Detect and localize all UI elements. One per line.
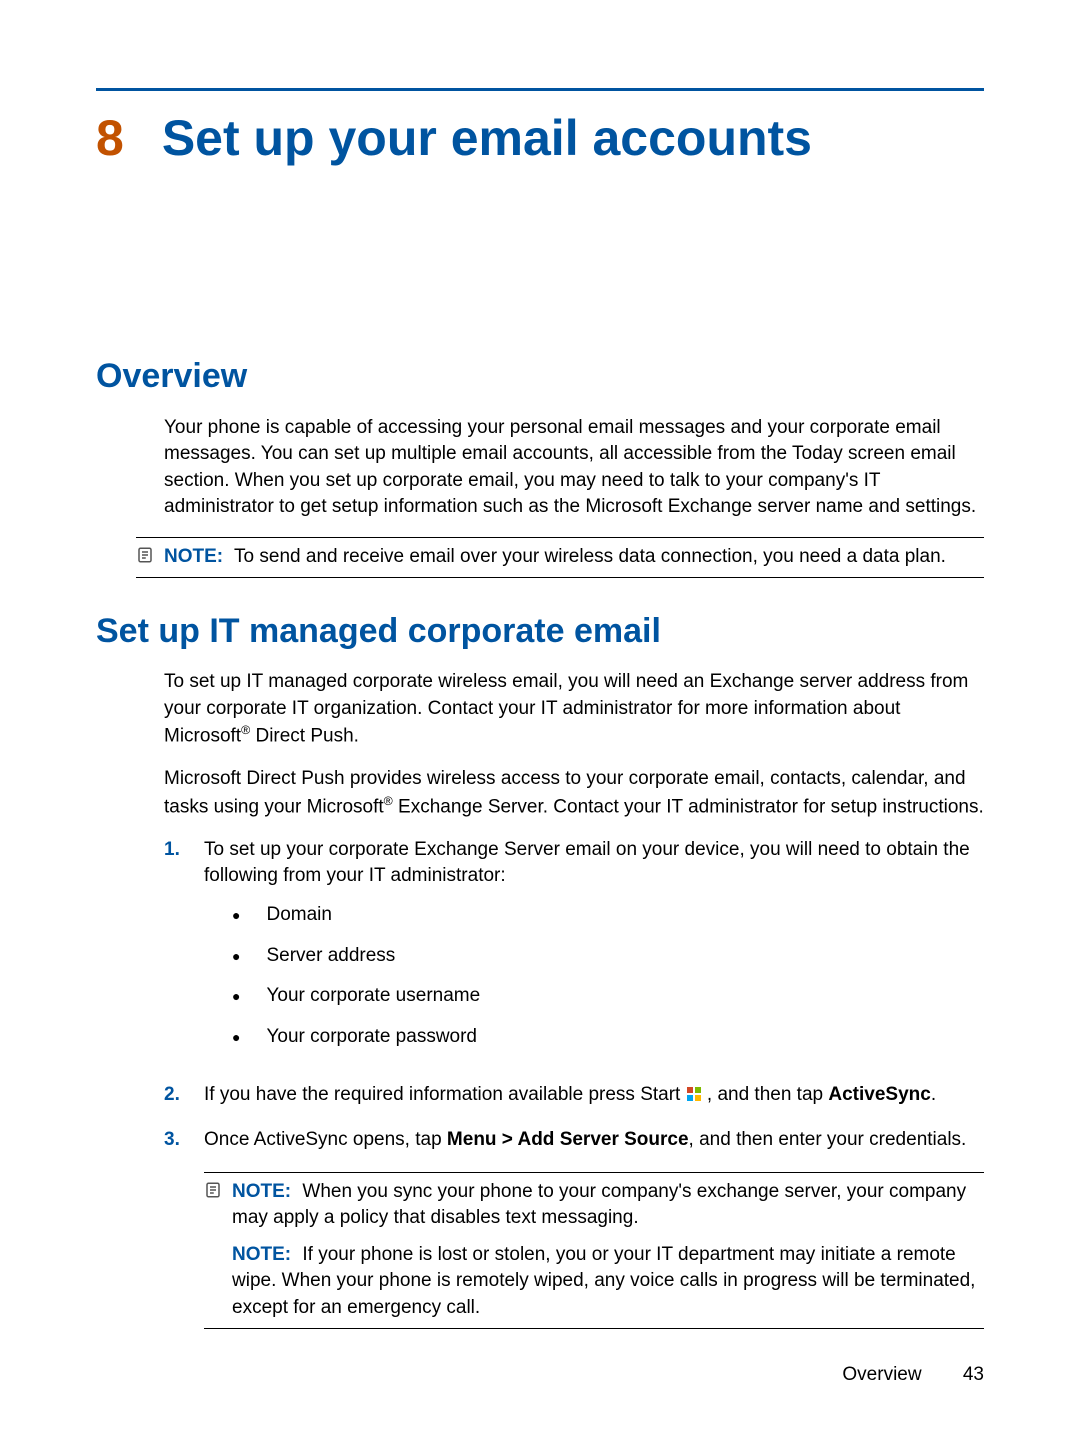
step-body: If you have the required information ava… [204, 1082, 936, 1109]
windows-start-icon [686, 1086, 702, 1102]
steps-list: 1. To set up your corporate Exchange Ser… [164, 837, 984, 1154]
note-callout-overview: NOTE: To send and receive email over you… [136, 537, 984, 578]
note-icon [204, 1181, 222, 1199]
page-footer: Overview 43 [842, 1362, 984, 1389]
list-item: ●Your corporate password [232, 1024, 984, 1051]
footer-section: Overview [842, 1364, 921, 1385]
chapter-number: 8 [96, 103, 124, 173]
list-item: ●Domain [232, 902, 984, 929]
document-page: 8 Set up your email accounts Overview Yo… [0, 0, 1080, 1437]
bullet-icon: ● [232, 983, 240, 1010]
note-label: NOTE: [232, 1181, 291, 1202]
note-body: If your phone is lost or stolen, you or … [232, 1244, 975, 1318]
note-row: NOTE: When you sync your phone to your c… [204, 1179, 984, 1232]
section-heading-itmanaged: Set up IT managed corporate email [96, 608, 984, 656]
note-label: NOTE: [164, 546, 223, 567]
list-item: ●Server address [232, 943, 984, 970]
step-1-bullets: ●Domain ●Server address ●Your corporate … [232, 902, 984, 1050]
step-3: 3. Once ActiveSync opens, tap Menu > Add… [164, 1127, 984, 1154]
note-callout-nested: NOTE: When you sync your phone to your c… [204, 1172, 984, 1329]
overview-body: Your phone is capable of accessing your … [164, 415, 984, 521]
note-label: NOTE: [232, 1244, 291, 1265]
overview-paragraph: Your phone is capable of accessing your … [164, 415, 984, 521]
step-number: 1. [164, 837, 188, 1065]
it-paragraph-2: Microsoft Direct Push provides wireless … [164, 766, 984, 821]
note-icon-blank [204, 1244, 222, 1262]
chapter-title: Set up your email accounts [162, 103, 812, 173]
note-row: NOTE: If your phone is lost or stolen, y… [204, 1242, 984, 1322]
section-heading-overview: Overview [96, 353, 984, 401]
note-body: To send and receive email over your wire… [234, 546, 946, 567]
step-number: 2. [164, 1082, 188, 1109]
bullet-icon: ● [232, 902, 240, 929]
bullet-icon: ● [232, 1024, 240, 1051]
note-text: NOTE: If your phone is lost or stolen, y… [232, 1242, 984, 1322]
step-1: 1. To set up your corporate Exchange Ser… [164, 837, 984, 1065]
step-2: 2. If you have the required information … [164, 1082, 984, 1109]
footer-page-number: 43 [963, 1364, 984, 1385]
chapter-top-rule [96, 88, 984, 91]
note-text: NOTE: When you sync your phone to your c… [232, 1179, 984, 1232]
step-body: To set up your corporate Exchange Server… [204, 837, 984, 1065]
note-icon [136, 546, 154, 564]
itmanaged-body: To set up IT managed corporate wireless … [164, 669, 984, 1328]
step-body: Once ActiveSync opens, tap Menu > Add Se… [204, 1127, 966, 1154]
note-text: NOTE: To send and receive email over you… [164, 544, 946, 571]
bullet-icon: ● [232, 943, 240, 970]
step-number: 3. [164, 1127, 188, 1154]
list-item: ●Your corporate username [232, 983, 984, 1010]
note-body: When you sync your phone to your company… [232, 1181, 966, 1229]
it-paragraph-1: To set up IT managed corporate wireless … [164, 669, 984, 750]
chapter-heading: 8 Set up your email accounts [96, 103, 984, 173]
step-1-text: To set up your corporate Exchange Server… [204, 839, 970, 887]
